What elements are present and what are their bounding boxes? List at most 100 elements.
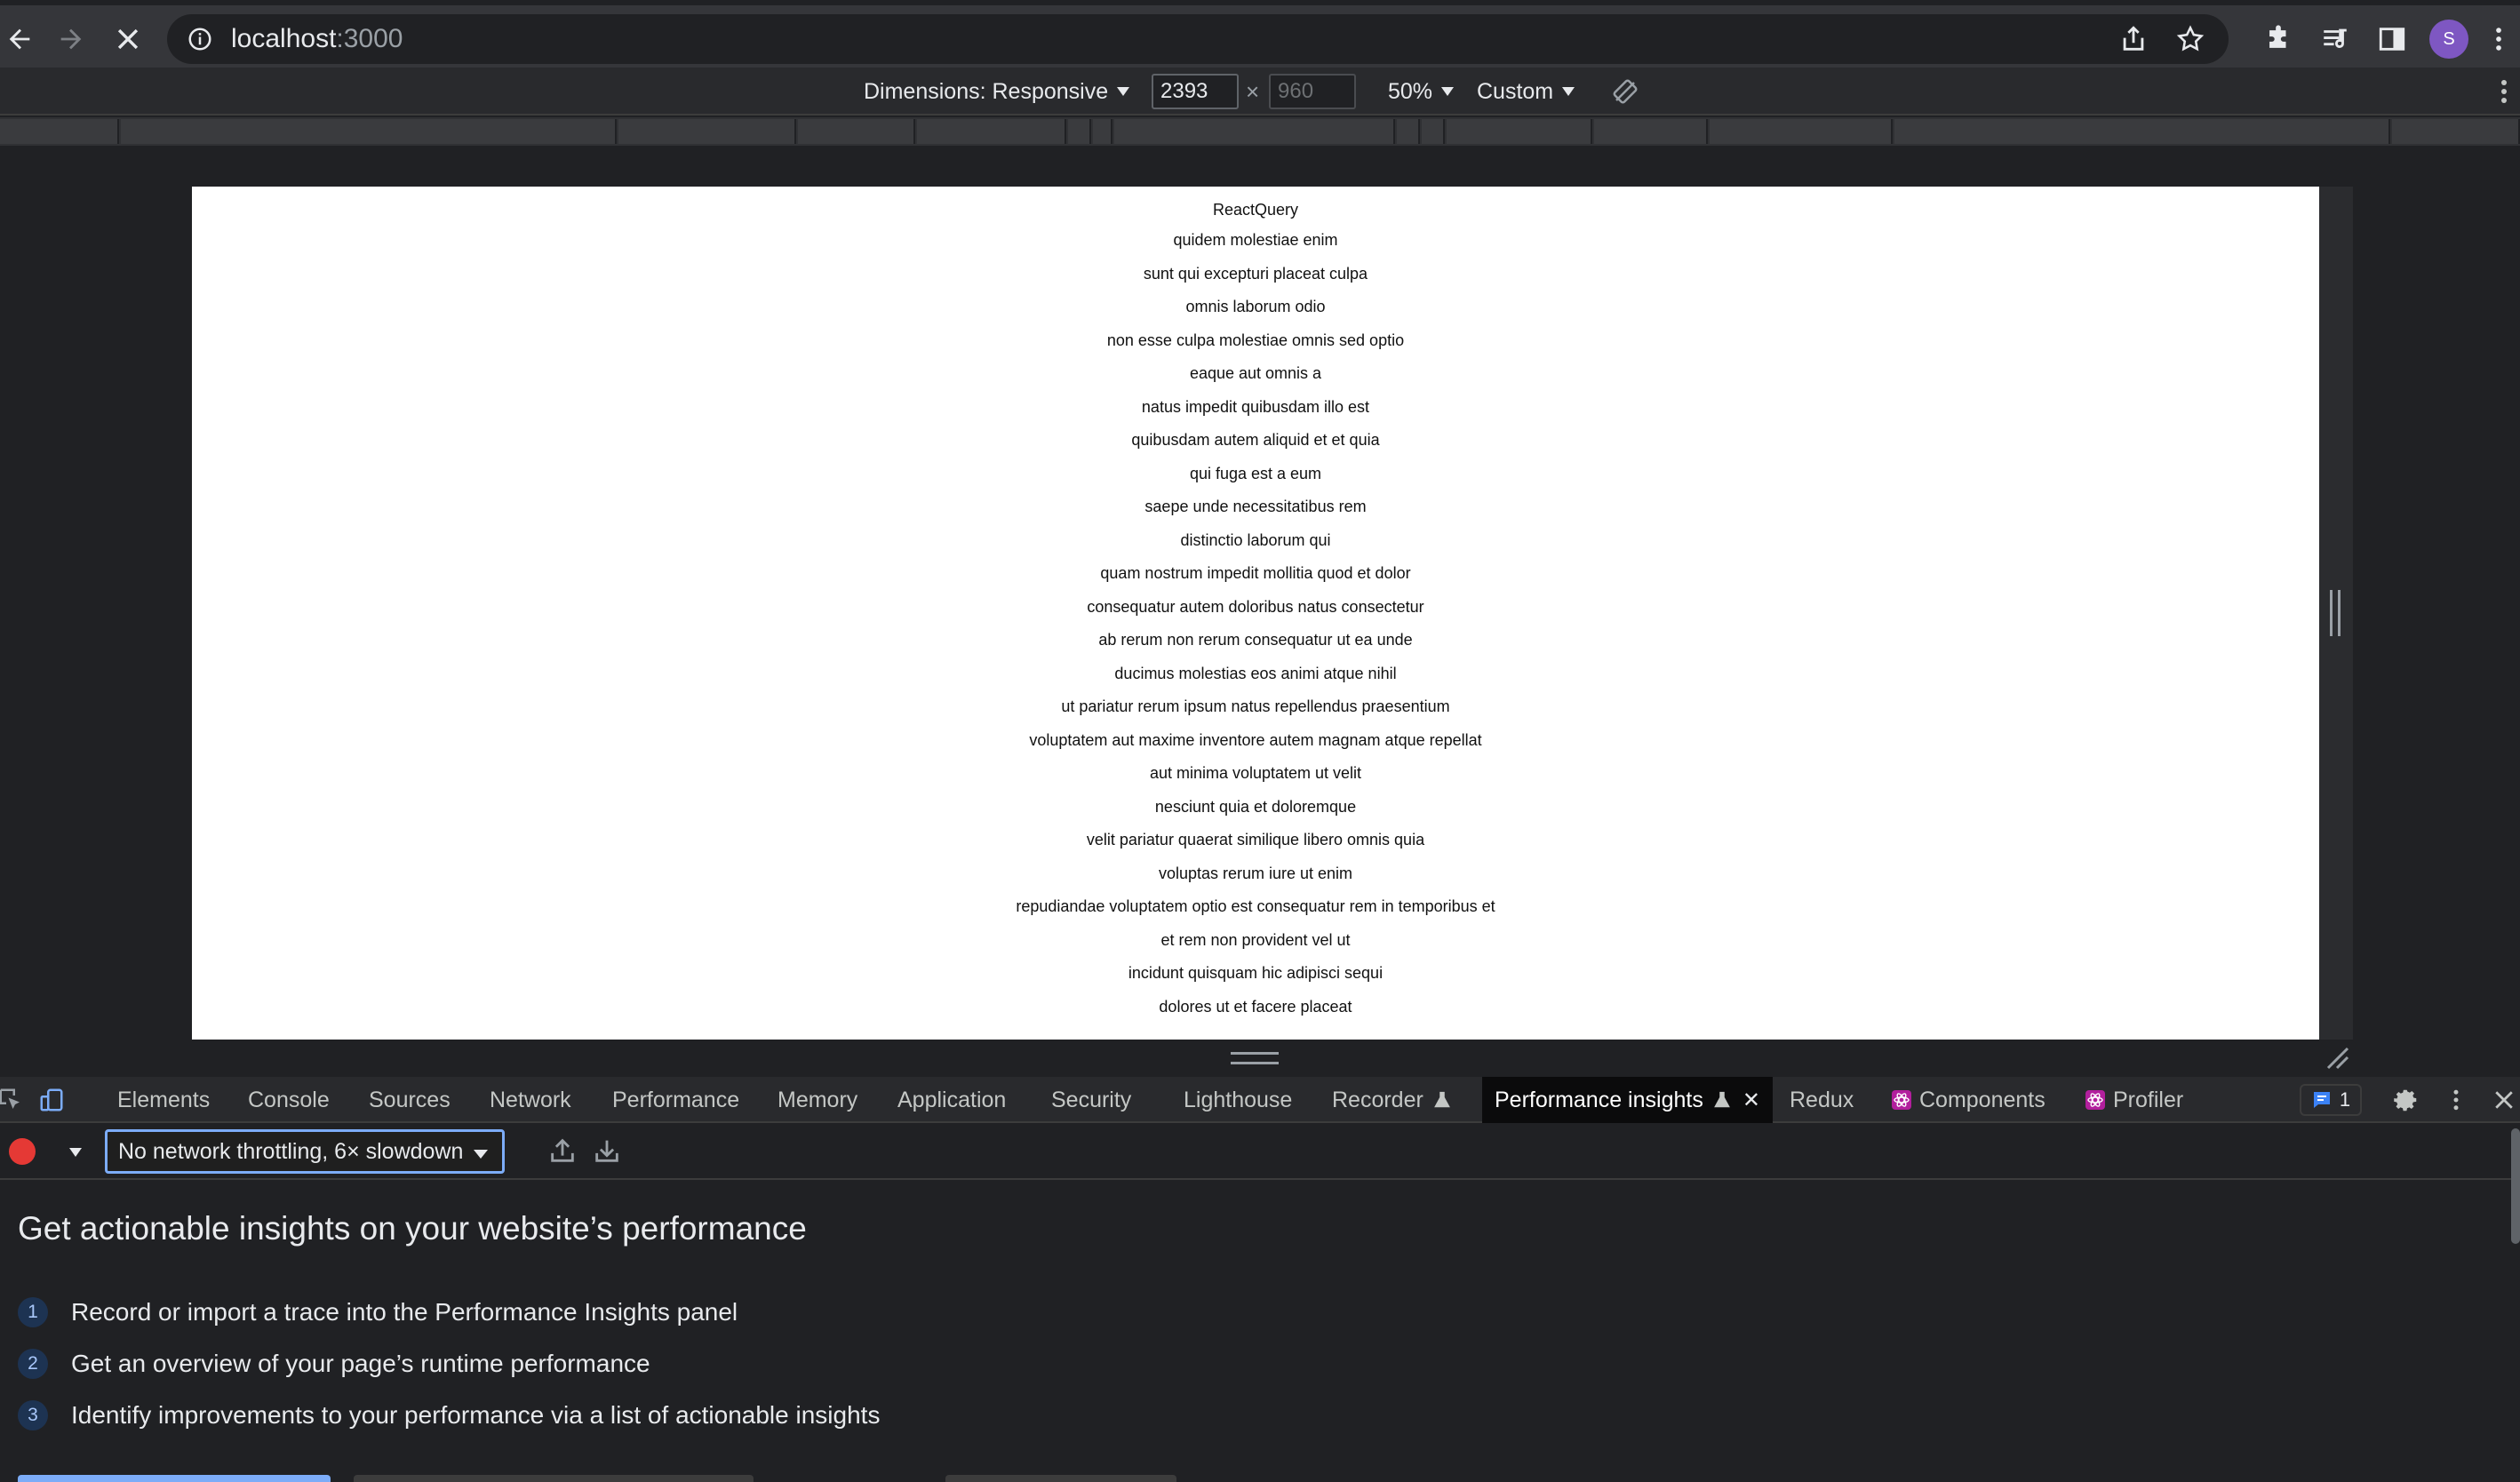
issues-badge[interactable]: 1 — [2300, 1084, 2362, 1116]
tab-recorder[interactable]: Recorder — [1320, 1077, 1464, 1123]
url-host: localhost — [231, 24, 337, 53]
record-button[interactable] — [9, 1138, 36, 1165]
gear-icon — [2394, 1089, 2417, 1112]
list-item: velit pariatur quaerat similique libero … — [1086, 831, 1425, 849]
browser-toolbar: localhost:3000 S — [0, 0, 2520, 68]
browser-menu-button[interactable] — [2477, 18, 2520, 60]
media-query-segment[interactable] — [798, 119, 915, 144]
upload-icon[interactable] — [547, 1135, 578, 1166]
inspect-element-button[interactable] — [0, 1084, 27, 1116]
profile-button[interactable]: S — [2420, 18, 2477, 60]
media-controls-button[interactable] — [2307, 18, 2364, 60]
scrollbar[interactable] — [2511, 1128, 2520, 1244]
posts-list: quidem molestiae enim sunt qui excepturi … — [192, 224, 2319, 1024]
tab-components[interactable]: Components — [1878, 1077, 2058, 1123]
inspect-cursor-icon — [0, 1088, 20, 1109]
tab-performance[interactable]: Performance — [600, 1077, 752, 1123]
list-item: voluptas rerum iure ut enim — [1158, 864, 1353, 882]
bookmark-star-icon[interactable] — [2175, 24, 2205, 54]
action-buttons-partial — [0, 1475, 2520, 1482]
resize-corner-icon[interactable] — [2325, 1045, 2349, 1070]
list-item: quibusdam autem aliquid et et quia — [1131, 431, 1380, 449]
media-query-segment[interactable] — [917, 119, 1066, 144]
resize-grip-icon[interactable] — [2330, 590, 2341, 636]
media-query-segment[interactable] — [121, 119, 617, 144]
devtools-panel: Elements Console Sources Network Perform… — [0, 1077, 2520, 1482]
step-number: 2 — [18, 1349, 48, 1379]
media-query-segment[interactable] — [1594, 119, 1708, 144]
throttle-preset-dropdown[interactable]: Custom — [1477, 68, 1575, 116]
start-recording-button[interactable] — [354, 1475, 754, 1482]
more-vertical-icon — [2453, 1089, 2459, 1111]
tab-console[interactable]: Console — [235, 1077, 342, 1123]
list-item: 2 Get an overview of your page’s runtime… — [18, 1338, 880, 1390]
secondary-button[interactable] — [945, 1475, 1176, 1482]
media-query-segment[interactable] — [1894, 119, 2390, 144]
zoom-dropdown[interactable]: 50% — [1388, 68, 1455, 116]
list-item: eaque aut omnis a — [1189, 364, 1322, 382]
tab-sources[interactable]: Sources — [356, 1077, 463, 1123]
list-item: aut minima voluptatem ut velit — [1149, 764, 1362, 782]
media-query-segment[interactable] — [1422, 119, 1445, 144]
caret-down-icon — [474, 1150, 488, 1159]
close-devtools-button[interactable] — [2488, 1084, 2520, 1116]
more-vertical-icon[interactable] — [2493, 76, 2515, 107]
extensions-button[interactable] — [2250, 18, 2307, 60]
address-bar[interactable]: localhost:3000 — [167, 14, 2229, 64]
media-query-segment[interactable] — [1114, 119, 1395, 144]
device-toolbar-toggle[interactable] — [36, 1084, 68, 1116]
step-text: Get an overview of your page’s runtime p… — [71, 1350, 650, 1377]
list-item: 1 Record or import a trace into the Perf… — [18, 1287, 880, 1338]
puzzle-icon — [2269, 25, 2286, 48]
close-tab-icon[interactable]: ✕ — [1742, 1088, 1760, 1113]
download-icon[interactable] — [592, 1135, 622, 1166]
devtools-tabbar: Elements Console Sources Network Perform… — [0, 1077, 2520, 1123]
tab-application[interactable]: Application — [885, 1077, 1018, 1123]
list-item: distinctio laborum qui — [1180, 530, 1331, 549]
step-text: Record or import a trace into the Perfor… — [71, 1298, 738, 1326]
media-query-segment[interactable] — [1710, 119, 1893, 144]
settings-button[interactable] — [2390, 1084, 2422, 1116]
list-item: ducimus molestias eos animi atque nihil — [1114, 664, 1397, 682]
list-item: 3 Identify improvements to your performa… — [18, 1390, 880, 1441]
share-icon[interactable] — [2118, 24, 2149, 54]
close-icon — [117, 28, 139, 50]
tab-profiler[interactable]: Profiler — [2072, 1077, 2196, 1123]
record-and-reload-button[interactable] — [18, 1475, 331, 1482]
tab-lighthouse[interactable]: Lighthouse — [1171, 1077, 1304, 1123]
tab-elements[interactable]: Elements — [105, 1077, 222, 1123]
record-options-caret-icon[interactable] — [69, 1148, 82, 1157]
resize-grip-bottom-icon[interactable] — [1231, 1052, 1279, 1064]
back-button[interactable] — [0, 20, 39, 59]
caret-down-icon — [1117, 87, 1130, 96]
insights-landing: Get actionable insights on your website’… — [18, 1210, 880, 1441]
list-item: dolores ut et facere placeat — [1159, 997, 1352, 1016]
media-query-segment[interactable] — [1397, 119, 1420, 144]
tab-network[interactable]: Network — [477, 1077, 584, 1123]
info-icon — [188, 28, 211, 51]
dimensions-dropdown[interactable]: Dimensions: Responsive — [864, 68, 1130, 116]
side-panel-button[interactable] — [2364, 18, 2420, 60]
rotate-button[interactable] — [1612, 68, 1639, 116]
tab-redux[interactable]: Redux — [1777, 1077, 1866, 1123]
tab-recorder-label: Recorder — [1332, 1087, 1423, 1112]
device-toolbar: Dimensions: Responsive 2393 × 960 50% Cu… — [0, 68, 2520, 116]
stop-loading-button[interactable] — [108, 20, 148, 59]
media-query-segment[interactable] — [0, 119, 119, 144]
caret-down-icon — [1441, 87, 1455, 96]
react-logo-icon — [1892, 1090, 1911, 1110]
media-query-segment[interactable] — [1068, 119, 1091, 144]
media-query-segment[interactable] — [1447, 119, 1592, 144]
height-input[interactable]: 960 — [1269, 74, 1356, 109]
arrow-left-icon — [9, 28, 30, 50]
media-query-segment[interactable] — [618, 119, 796, 144]
media-query-segment[interactable] — [2392, 119, 2520, 144]
tab-performance-insights[interactable]: Performance insights ✕ — [1482, 1077, 1773, 1123]
tab-memory[interactable]: Memory — [765, 1077, 870, 1123]
media-query-segment[interactable] — [1093, 119, 1112, 144]
width-input[interactable]: 2393 — [1152, 74, 1239, 109]
throttling-select[interactable]: No network throttling, 6× slowdown — [105, 1129, 505, 1174]
devtools-menu-button[interactable] — [2440, 1084, 2472, 1116]
forward-button[interactable] — [52, 20, 91, 59]
tab-security[interactable]: Security — [1039, 1077, 1144, 1123]
